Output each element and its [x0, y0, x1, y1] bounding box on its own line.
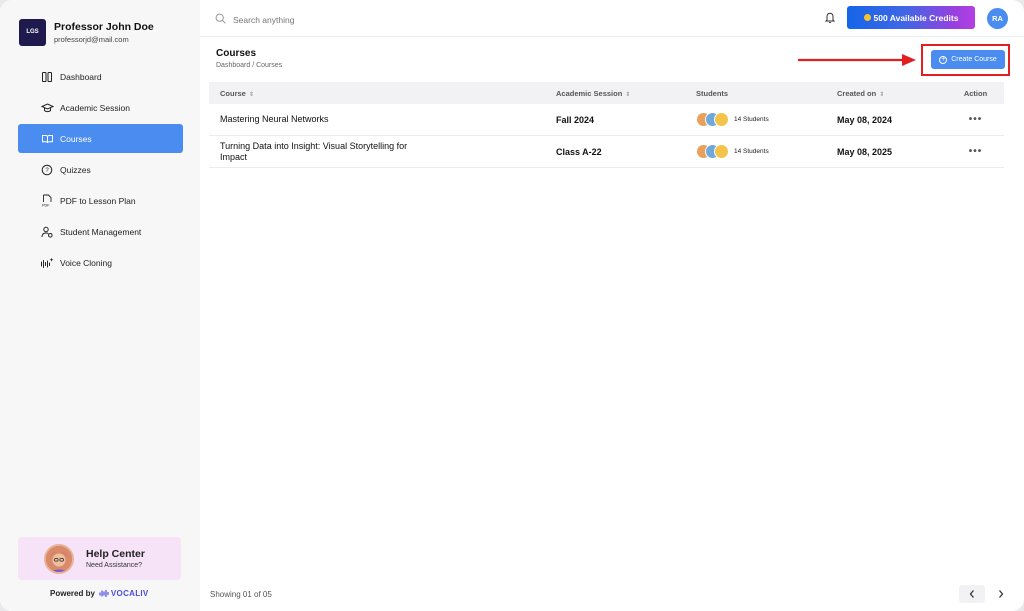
sidebar-item-label: Quizzes: [60, 164, 91, 175]
prev-page-button[interactable]: [959, 585, 985, 603]
create-course-button[interactable]: + Create Course: [931, 50, 1005, 69]
avatar: [714, 144, 729, 159]
topbar: 500 Available Credits RA: [200, 0, 1024, 37]
sidebar-item-academic-session[interactable]: Academic Session: [18, 93, 183, 122]
sidebar-item-label: PDF to Lesson Plan: [60, 195, 136, 206]
profile-name: Professor John Doe: [54, 21, 154, 33]
pdf-icon: PDF: [40, 194, 54, 208]
search-bar[interactable]: [215, 11, 413, 29]
bell-icon[interactable]: [824, 11, 836, 29]
academic-session: Class A-22: [556, 146, 602, 157]
avatar: [714, 112, 729, 127]
column-header-label: Action: [963, 88, 988, 98]
sidebar-item-label: Dashboard: [60, 71, 102, 82]
breadcrumb[interactable]: Dashboard / Courses: [216, 62, 282, 69]
book-open-icon: [40, 132, 54, 146]
page-header: Courses Dashboard / Courses: [216, 48, 282, 69]
user-avatar[interactable]: RA: [987, 8, 1008, 29]
course-name[interactable]: Mastering Neural Networks: [209, 114, 556, 125]
sidebar-item-voice-cloning[interactable]: Voice Cloning: [18, 248, 183, 277]
help-avatar: [44, 543, 74, 574]
chevron-left-icon: [969, 590, 974, 598]
help-center-subtitle: Need Assistance?: [86, 562, 143, 569]
profile-email: professorjd@mail.com: [54, 35, 129, 44]
powered-by-label: Powered by: [50, 589, 95, 598]
sort-icon[interactable]: ⇕: [625, 92, 630, 98]
user-gear-icon: [40, 225, 54, 239]
sidebar-item-label: Voice Cloning: [60, 257, 112, 268]
courses-table: Course ⇕ Academic Session ⇕ Students Creat…: [209, 82, 1004, 168]
next-page-button[interactable]: [988, 585, 1014, 603]
sidebar-item-label: Academic Session: [60, 102, 130, 113]
search-input[interactable]: [233, 15, 413, 25]
school-logo: LGS: [19, 19, 46, 46]
column-header-action: Action: [947, 89, 1004, 98]
sidebar-item-courses[interactable]: Courses: [18, 124, 183, 153]
page-title: Courses: [216, 48, 257, 59]
sidebar-item-label: Student Management: [60, 226, 142, 237]
search-icon: [215, 11, 226, 29]
pagination-controls: [956, 585, 1014, 603]
create-course-label: Create Course: [951, 56, 997, 63]
svg-text:?: ?: [45, 168, 49, 174]
student-avatars: [696, 112, 729, 127]
sort-icon[interactable]: ⇕: [879, 92, 884, 98]
app-window: LGS Professor John Doe professorjd@mail.…: [0, 0, 1024, 611]
plus-circle-icon: +: [939, 55, 948, 64]
column-header-label: Course: [220, 88, 246, 98]
powered-by: Powered by VOCALIV: [50, 589, 149, 598]
sidebar-item-label: Courses: [60, 133, 92, 144]
academic-session: Fall 2024: [556, 114, 595, 125]
table-row[interactable]: Mastering Neural Networks Fall 2024 14 S…: [209, 104, 1004, 136]
more-options-icon[interactable]: •••: [947, 114, 1004, 125]
vocaliv-logo: VOCALIV: [99, 589, 149, 598]
course-name[interactable]: Turning Data into Insight: Visual Storyt…: [209, 141, 556, 163]
sidebar-item-dashboard[interactable]: Dashboard: [18, 62, 183, 91]
quiz-icon: ?: [40, 163, 54, 177]
column-header-label: Created on: [837, 88, 877, 98]
main-content: 500 Available Credits RA Courses Dashboa…: [200, 0, 1024, 611]
annotation-arrow: [798, 54, 916, 66]
brand-name: VOCALIV: [110, 589, 149, 598]
chevron-right-icon: [999, 590, 1004, 598]
column-header-academic-session[interactable]: Academic Session ⇕: [556, 89, 696, 98]
student-count: 14 Students: [734, 116, 769, 123]
column-header-created-on[interactable]: Created on ⇕: [837, 89, 947, 98]
vocaliv-wave-icon: [99, 589, 109, 598]
column-header-label: Students: [696, 88, 729, 98]
graduation-cap-icon: [40, 101, 54, 115]
school-logo-text: LGS: [26, 29, 39, 35]
sidebar-item-student-management[interactable]: Student Management: [18, 217, 183, 246]
help-center-card[interactable]: Help Center Need Assistance?: [18, 537, 181, 580]
students-cell: 14 Students: [696, 144, 837, 159]
created-date: May 08, 2024: [837, 114, 893, 125]
coin-icon: [863, 14, 871, 21]
sidebar-item-pdf-to-lesson-plan[interactable]: PDF PDF to Lesson Plan: [18, 186, 183, 215]
dashboard-icon: [40, 70, 54, 84]
sidebar: LGS Professor John Doe professorjd@mail.…: [0, 0, 200, 611]
table-header: Course ⇕ Academic Session ⇕ Students Creat…: [209, 82, 1004, 104]
students-cell: 14 Students: [696, 112, 837, 127]
column-header-course[interactable]: Course ⇕: [209, 89, 556, 98]
more-options-icon[interactable]: •••: [947, 146, 1004, 157]
sort-icon[interactable]: ⇕: [249, 92, 254, 98]
credits-label: 500 Available Credits: [873, 12, 959, 23]
sidebar-item-quizzes[interactable]: ? Quizzes: [18, 155, 183, 184]
table-row[interactable]: Turning Data into Insight: Visual Storyt…: [209, 136, 1004, 168]
svg-text:PDF: PDF: [42, 203, 50, 207]
column-header-label: Academic Session: [556, 88, 623, 98]
student-count: 14 Students: [734, 148, 769, 155]
profile-block[interactable]: LGS Professor John Doe professorjd@mail.…: [19, 19, 154, 46]
pagination-status: Showing 01 of 05: [210, 590, 272, 599]
user-avatar-initials: RA: [992, 14, 1003, 23]
created-date: May 08, 2025: [837, 146, 893, 157]
credits-button[interactable]: 500 Available Credits: [847, 6, 975, 29]
student-avatars: [696, 144, 729, 159]
sidebar-nav: Dashboard Academic Session Courses ? Qui…: [18, 62, 183, 279]
help-center-title: Help Center: [86, 548, 145, 560]
voice-wave-icon: [40, 256, 54, 270]
column-header-students: Students: [696, 89, 837, 98]
